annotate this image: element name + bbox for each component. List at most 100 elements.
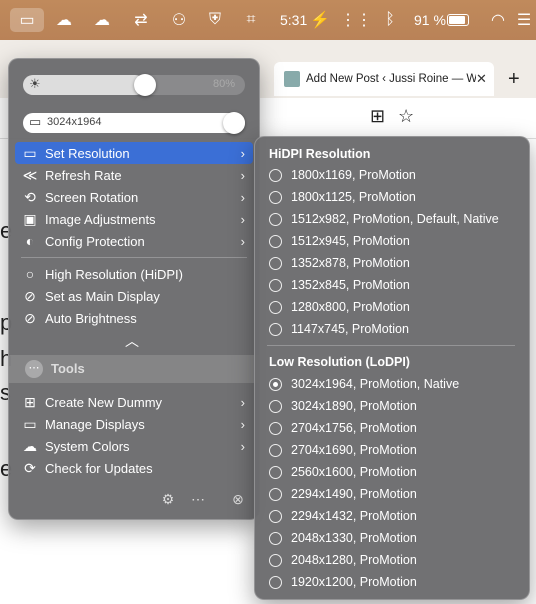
bluetooth-icon[interactable]: ᛒ	[382, 8, 398, 32]
radio-empty-icon	[269, 212, 282, 226]
resolution-option[interactable]: 2560x1600, ProMotion	[269, 461, 417, 483]
resolution-option[interactable]: 1147x745, ProMotion	[269, 318, 409, 340]
menu-item-label: Check for Updates	[45, 460, 153, 476]
resolution-label: 2704x1756, ProMotion	[291, 421, 417, 435]
resolution-label: 1800x1125, ProMotion	[291, 190, 416, 204]
resolution-option[interactable]: 1280x800, ProMotion	[269, 296, 410, 318]
menu-item-manage-displays[interactable]: ▭ Manage Displays ›	[15, 413, 253, 435]
resolution-submenu: HiDPI Resolution 1800x1169, ProMotion 180…	[254, 136, 530, 600]
menu-item-image-adjustments[interactable]: ▣ Image Adjustments ›	[15, 208, 253, 230]
radio-empty-icon	[269, 509, 282, 523]
resolution-label: 1800x1169, ProMotion	[291, 168, 416, 182]
resolution-label: 3024x1964, ProMotion, Native	[291, 377, 460, 391]
radio-empty-icon	[269, 300, 282, 314]
brightness-slider[interactable]: ☀ 80%	[23, 74, 245, 96]
resolution-option[interactable]: 2704x1690, ProMotion	[269, 439, 417, 461]
check-circle-icon: ⊘	[24, 309, 36, 326]
brightness-fill	[23, 75, 146, 95]
check-circle-icon: ⊘	[24, 287, 36, 304]
resolution-option[interactable]: 1352x878, ProMotion	[269, 252, 410, 274]
close-tab-icon[interactable]: ✕	[476, 71, 487, 87]
extensions-icon[interactable]: ⊞	[370, 106, 385, 127]
resolution-option[interactable]: 1800x1125, ProMotion	[269, 186, 416, 208]
wifi-icon[interactable]: ◠	[488, 8, 508, 32]
chevron-right-icon: ›	[240, 189, 245, 205]
collapse-chevron-icon[interactable]: ︿	[125, 331, 139, 351]
transfer-icon[interactable]: ⇄	[130, 8, 152, 32]
resolution-option[interactable]: 1512x945, ProMotion	[269, 230, 410, 252]
shield-check-icon[interactable]: ⛨	[204, 8, 226, 32]
brightness-knob[interactable]	[134, 74, 157, 96]
radio-empty-icon	[269, 575, 282, 589]
resolution-slider[interactable]: ▭ 3024x1964	[23, 112, 245, 134]
menu-item-screen-rotation[interactable]: ⟲ Screen Rotation ›	[15, 186, 253, 208]
menu-item-label: Create New Dummy	[45, 394, 163, 410]
menu-item-label: Manage Displays	[45, 416, 145, 432]
resolution-option[interactable]: 2294x1432, ProMotion	[269, 505, 417, 527]
menu-item-label: Config Protection	[45, 233, 145, 249]
bookmark-star-icon[interactable]: ☆	[398, 106, 414, 127]
resolution-label: 1512x945, ProMotion	[291, 234, 410, 248]
app-status-icon[interactable]: ⚇	[168, 8, 190, 32]
menu-item-auto-brightness[interactable]: ⊘ Auto Brightness	[15, 307, 253, 329]
betterdisplay-icon[interactable]: ▭	[10, 8, 44, 32]
resolution-option[interactable]: 2048x1280, ProMotion	[269, 549, 417, 571]
resolution-option[interactable]: 2294x1490, ProMotion	[269, 483, 417, 505]
refresh-rate-icon: ≪	[22, 166, 38, 183]
bolt-icon[interactable]: ⚡	[310, 8, 330, 32]
display-small-icon: ▭	[29, 114, 42, 129]
resolution-option[interactable]: 2704x1756, ProMotion	[269, 417, 417, 439]
ellipsis-icon: ⋯	[25, 360, 43, 378]
rotation-icon: ⟲	[24, 188, 36, 205]
resolution-knob[interactable]	[223, 112, 245, 134]
radio-empty-icon	[269, 465, 282, 479]
resolution-label: 1147x745, ProMotion	[291, 322, 409, 336]
resolution-option[interactable]: 3024x1890, ProMotion	[269, 395, 417, 417]
clock[interactable]: 5:31	[280, 12, 307, 28]
battery-icon[interactable]	[446, 8, 470, 32]
battery-percent: 91 %	[414, 12, 446, 28]
quit-icon[interactable]: ⊗	[229, 491, 247, 509]
menu-item-label: System Colors	[45, 438, 130, 454]
menu-item-set-resolution[interactable]: ▭ Set Resolution ›	[15, 142, 253, 164]
tools-label: Tools	[51, 361, 85, 376]
cloud-icon[interactable]: ☁	[90, 8, 114, 32]
resolution-label: 1352x845, ProMotion	[291, 278, 410, 292]
menu-item-system-colors[interactable]: ☁ System Colors ›	[15, 435, 253, 457]
add-display-icon: ⊞	[24, 393, 36, 410]
resolution-label: 1512x982, ProMotion, Default, Native	[291, 212, 499, 226]
menu-item-create-dummy[interactable]: ⊞ Create New Dummy ›	[15, 391, 253, 413]
radio-empty-icon	[269, 168, 282, 182]
resolution-value: 3024x1964	[47, 116, 102, 128]
menu-item-hidpi[interactable]: ○ High Resolution (HiDPI)	[15, 263, 253, 285]
resolution-option[interactable]: 3024x1964, ProMotion, Native	[269, 373, 459, 395]
resolution-option[interactable]: 1512x982, ProMotion, Default, Native	[269, 208, 499, 230]
menu-item-main-display[interactable]: ⊘ Set as Main Display	[15, 285, 253, 307]
crop-icon[interactable]: ⌗	[240, 8, 262, 32]
more-icon[interactable]: ⋯	[189, 491, 207, 509]
resolution-option[interactable]: 1920x1200, ProMotion	[269, 571, 417, 593]
tools-section-header[interactable]: ⋯ Tools	[9, 355, 259, 383]
control-center-icon[interactable]: ☰	[514, 8, 534, 32]
new-tab-button[interactable]: +	[508, 68, 520, 91]
menu-item-config-protection[interactable]: ◐ Config Protection ›	[15, 230, 253, 252]
settings-gear-icon[interactable]: ⚙	[159, 491, 177, 509]
lodpi-header: Low Resolution (LoDPI)	[269, 355, 410, 369]
cloud-icon[interactable]: ☁	[52, 8, 76, 32]
resolution-option[interactable]: 2048x1330, ProMotion	[269, 527, 417, 549]
grid-icon[interactable]: ⋮⋮	[340, 8, 372, 32]
betterdisplay-menu: ☀ 80% ▭ 3024x1964 ▭ Set Resolution › ≪ R…	[8, 58, 260, 520]
chevron-right-icon: ›	[240, 145, 245, 161]
monitor-icon: ▭	[23, 415, 37, 432]
radio-empty-icon	[269, 399, 282, 413]
radio-empty-icon	[269, 553, 282, 567]
chevron-right-icon: ›	[240, 211, 245, 227]
resolution-option[interactable]: 1800x1169, ProMotion	[269, 164, 416, 186]
resolution-option[interactable]: 1352x845, ProMotion	[269, 274, 410, 296]
resolution-label: 1920x1200, ProMotion	[291, 575, 417, 589]
menu-item-check-updates[interactable]: ⟳ Check for Updates	[15, 457, 253, 479]
radio-empty-icon	[269, 443, 282, 457]
menu-item-refresh-rate[interactable]: ≪ Refresh Rate ›	[15, 164, 253, 186]
radio-empty-icon	[269, 234, 282, 248]
browser-tab[interactable]: Add New Post ‹ Jussi Roine — W ✕	[274, 62, 494, 96]
